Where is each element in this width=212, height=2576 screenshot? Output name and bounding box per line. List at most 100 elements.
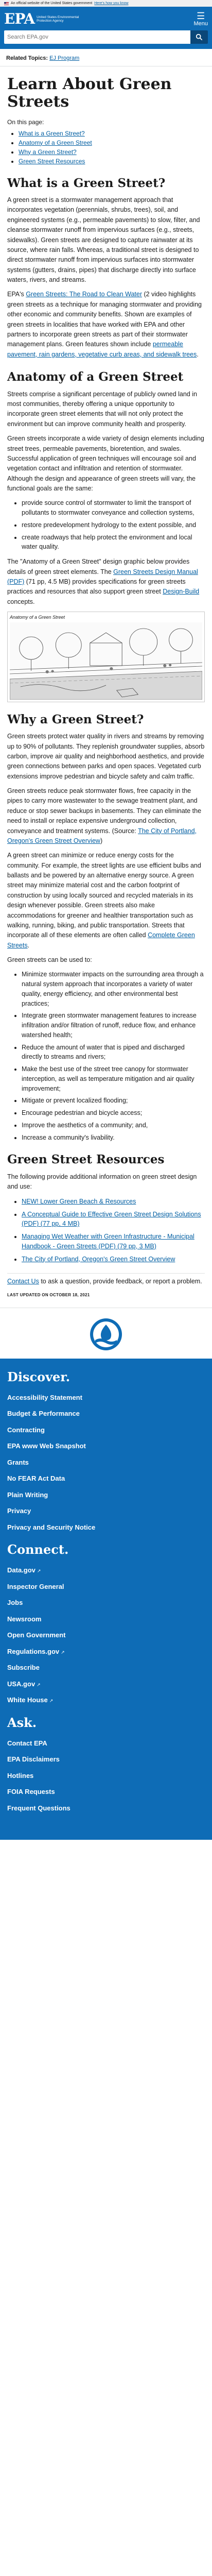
epa-logo[interactable]: EPA United States Environmental Protecti… (4, 12, 82, 26)
list-item: Increase a community's livability. (22, 1133, 205, 1143)
page-title: Learn About Green Streets (7, 75, 172, 111)
footer-link[interactable]: Plain Writing (7, 1491, 48, 1499)
why-paragraph-4: Green streets can be used to: (7, 956, 92, 964)
why-paragraph-2: Green streets reduce peak stormwater flo… (7, 787, 202, 844)
resource-link[interactable]: NEW! Lower Green Beach & Resources (22, 1198, 136, 1205)
toc-link-resources[interactable]: Green Street Resources (19, 158, 85, 165)
search-input[interactable] (4, 30, 190, 44)
section-heading-what: What is a Green Street? (7, 176, 166, 190)
external-link-icon: ↗ (37, 1568, 41, 1574)
external-link-icon: ↗ (49, 1698, 54, 1704)
list-item: Minimize stormwater impacts on the surro… (22, 970, 205, 1008)
gov-banner-text: An official website of the United States… (11, 2, 93, 5)
site-header: EPA United States Environmental Protecti… (0, 7, 212, 49)
footer-link[interactable]: Inspector General (7, 1583, 64, 1590)
footer-logo-bar (0, 1307, 212, 1359)
resource-list: NEW! Lower Green Beach & Resources A Con… (7, 1197, 205, 1264)
anatomy-figure: Anatomy of a Green Street (7, 612, 205, 702)
footer-link[interactable]: Data.gov ↗ (7, 1566, 41, 1574)
menu-button[interactable]: ☰ Menu (193, 11, 208, 27)
anatomy-paragraph-1: Streets comprise a significant percentag… (7, 390, 197, 428)
footer-link[interactable]: Open Government (7, 1631, 65, 1639)
resource-link[interactable]: The City of Portland, Oregon's Green Str… (22, 1256, 175, 1263)
search-icon (196, 33, 203, 41)
epa-seal-icon (90, 1318, 122, 1350)
design-build-link[interactable]: Design-Build (163, 588, 199, 595)
footer-link[interactable]: Contracting (7, 1426, 45, 1434)
footer-link[interactable]: Jobs (7, 1599, 23, 1606)
us-flag-icon (4, 2, 9, 5)
uses-list: Minimize stormwater impacts on the surro… (7, 970, 205, 1142)
list-item: restore predevelopment hydrology to the … (22, 520, 205, 530)
footer-discover-links: Accessibility Statement Budget & Perform… (7, 1393, 205, 1533)
footer-link[interactable]: FOIA Requests (7, 1788, 55, 1795)
footer-link[interactable]: No FEAR Act Data (7, 1475, 65, 1482)
related-topics-label: Related Topics: (6, 55, 48, 61)
toc-link-anatomy[interactable]: Anatomy of a Green Street (19, 139, 92, 146)
contact-line: Contact Us to ask a question, provide fe… (7, 1273, 205, 1286)
on-page-label: On this page: (7, 118, 44, 126)
last-updated: Last updated on October 18, 2021 (7, 1292, 90, 1297)
section-heading-anatomy: Anatomy of a Green Street (7, 370, 184, 384)
footer-heading-ask: Ask. (7, 1715, 37, 1730)
footer-link[interactable]: EPA Disclaimers (7, 1755, 60, 1763)
anatomy-paragraph-3: The "Anatomy of a Green Street" design g… (7, 558, 200, 605)
footer-link[interactable]: Hotlines (7, 1772, 33, 1780)
footer-heading-connect: Connect. (7, 1542, 69, 1557)
anatomy-paragraph-2: Green streets incorporate a wide variety… (7, 435, 204, 493)
footer-link[interactable]: Privacy (7, 1507, 31, 1515)
footer-link[interactable]: Newsroom (7, 1615, 41, 1623)
list-item: Improve the aesthetics of a community; a… (22, 1121, 205, 1130)
list-item: Reduce the amount of water that is piped… (22, 1043, 205, 1062)
table-of-contents: What is a Green Street? Anatomy of a Gre… (7, 129, 205, 166)
why-paragraph-1: Green streets protect water quality in r… (7, 733, 205, 780)
section-heading-why: Why a Green Street? (7, 712, 144, 726)
external-link-icon: ↗ (61, 1649, 65, 1655)
resource-link[interactable]: Managing Wet Weather with Green Infrastr… (22, 1233, 195, 1250)
site-footer: Discover. Accessibility Statement Budget… (0, 1358, 212, 1840)
contact-us-link[interactable]: Contact Us (7, 1278, 39, 1285)
footer-link[interactable]: Regulations.gov ↗ (7, 1648, 65, 1655)
resources-intro: The following provide additional informa… (7, 1173, 197, 1191)
external-link-icon: ↗ (37, 1682, 41, 1687)
hamburger-icon: ☰ (197, 11, 205, 21)
epa-logo-mark: EPA (4, 10, 35, 27)
goals-list: provide source control of stormwater to … (7, 498, 205, 552)
footer-ask-links: Contact EPA EPA Disclaimers Hotlines FOI… (7, 1738, 205, 1814)
section-heading-resources: Green Street Resources (7, 1153, 165, 1167)
search-form (4, 30, 208, 44)
gov-banner: An official website of the United States… (0, 0, 212, 7)
figure-title: Anatomy of a Green Street (10, 615, 65, 620)
green-street-illustration (10, 622, 202, 700)
list-item: Make the best use of the street tree can… (22, 1064, 205, 1093)
search-button[interactable] (190, 30, 208, 44)
epa-logo-subtitle: United States Environmental Protection A… (37, 15, 79, 23)
footer-link[interactable]: Accessibility Statement (7, 1394, 82, 1401)
resource-link[interactable]: A Conceptual Guide to Effective Green St… (22, 1211, 201, 1228)
toc-link-why[interactable]: Why a Green Street? (19, 148, 77, 156)
main-content: Learn About Green Streets On this page: … (0, 66, 212, 1308)
green-streets-video-link[interactable]: Green Streets: The Road to Clean Water (26, 291, 142, 298)
footer-heading-discover: Discover. (7, 1369, 70, 1384)
why-paragraph-3: A green street can minimize or reduce en… (7, 852, 201, 949)
list-item: Mitigate or prevent localized flooding; (22, 1096, 205, 1106)
footer-link[interactable]: Frequent Questions (7, 1804, 70, 1812)
footer-link[interactable]: Contact EPA (7, 1739, 47, 1747)
footer-link[interactable]: Grants (7, 1459, 29, 1466)
related-topics-link[interactable]: EJ Program (49, 55, 79, 61)
footer-link[interactable]: Privacy and Security Notice (7, 1523, 95, 1531)
what-paragraph-1: A green street is a stormwater managemen… (7, 196, 200, 284)
related-topics: Related Topics: EJ Program (0, 49, 212, 66)
menu-label: Menu (193, 21, 208, 27)
toc-link-what[interactable]: What is a Green Street? (19, 130, 85, 137)
footer-link[interactable]: USA.gov ↗ (7, 1680, 41, 1688)
list-item: Integrate green stormwater management fe… (22, 1011, 205, 1040)
footer-link[interactable]: White House ↗ (7, 1696, 53, 1704)
list-item: create roadways that help protect the en… (22, 533, 205, 552)
list-item: provide source control of stormwater to … (22, 498, 205, 518)
what-paragraph-2: EPA's Green Streets: The Road to Clean W… (7, 291, 202, 358)
gov-banner-link[interactable]: Here's how you know (94, 0, 128, 7)
footer-link[interactable]: Subscribe (7, 1664, 40, 1671)
footer-link[interactable]: EPA www Web Snapshot (7, 1442, 86, 1450)
footer-link[interactable]: Budget & Performance (7, 1410, 80, 1417)
